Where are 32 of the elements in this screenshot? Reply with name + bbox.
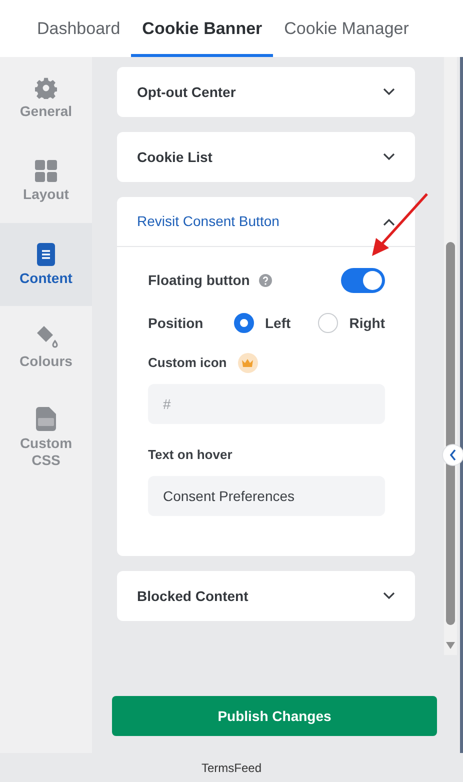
accordion-header[interactable]: Opt-out Center xyxy=(117,67,415,117)
chevron-down-icon xyxy=(383,153,395,161)
publish-button[interactable]: Publish Changes xyxy=(112,696,437,736)
footer-text: TermsFeed xyxy=(200,760,263,776)
scrollbar[interactable] xyxy=(444,57,457,655)
gear-icon xyxy=(35,77,57,100)
nav-tab[interactable]: Dashboard xyxy=(26,0,132,57)
field-label: Floating button xyxy=(148,270,250,290)
text-field[interactable]: Consent Preferences xyxy=(148,476,385,516)
field-label: Text on hover xyxy=(148,446,232,464)
css-file-icon xyxy=(36,407,56,432)
nav-tab[interactable]: Cookie Banner xyxy=(131,0,274,57)
field-label: Position xyxy=(148,314,204,332)
scrollbar-thumb[interactable] xyxy=(446,242,455,625)
chevron-down-icon xyxy=(383,592,395,600)
accordion-header[interactable]: Cookie List xyxy=(117,132,415,182)
sidebar-item[interactable]: Content xyxy=(0,223,92,306)
radio-option[interactable]: Right xyxy=(318,312,385,334)
nav-tab[interactable]: Cookie Manager xyxy=(273,0,420,57)
scroll-down-icon[interactable] xyxy=(446,642,455,649)
accordion-header[interactable]: Blocked Content xyxy=(117,571,415,621)
chevron-down-icon xyxy=(383,88,395,96)
document-icon xyxy=(37,242,55,266)
chevron-up-icon xyxy=(383,218,395,226)
field-label: Custom icon xyxy=(148,354,227,372)
radio-option[interactable]: Left xyxy=(234,312,291,334)
text-field[interactable]: # xyxy=(148,384,385,424)
toggle-switch[interactable] xyxy=(341,268,385,292)
chevron-left-icon xyxy=(449,449,457,461)
collapse-handle[interactable] xyxy=(442,444,463,466)
help-icon[interactable] xyxy=(258,274,272,286)
grid-icon xyxy=(35,160,57,182)
